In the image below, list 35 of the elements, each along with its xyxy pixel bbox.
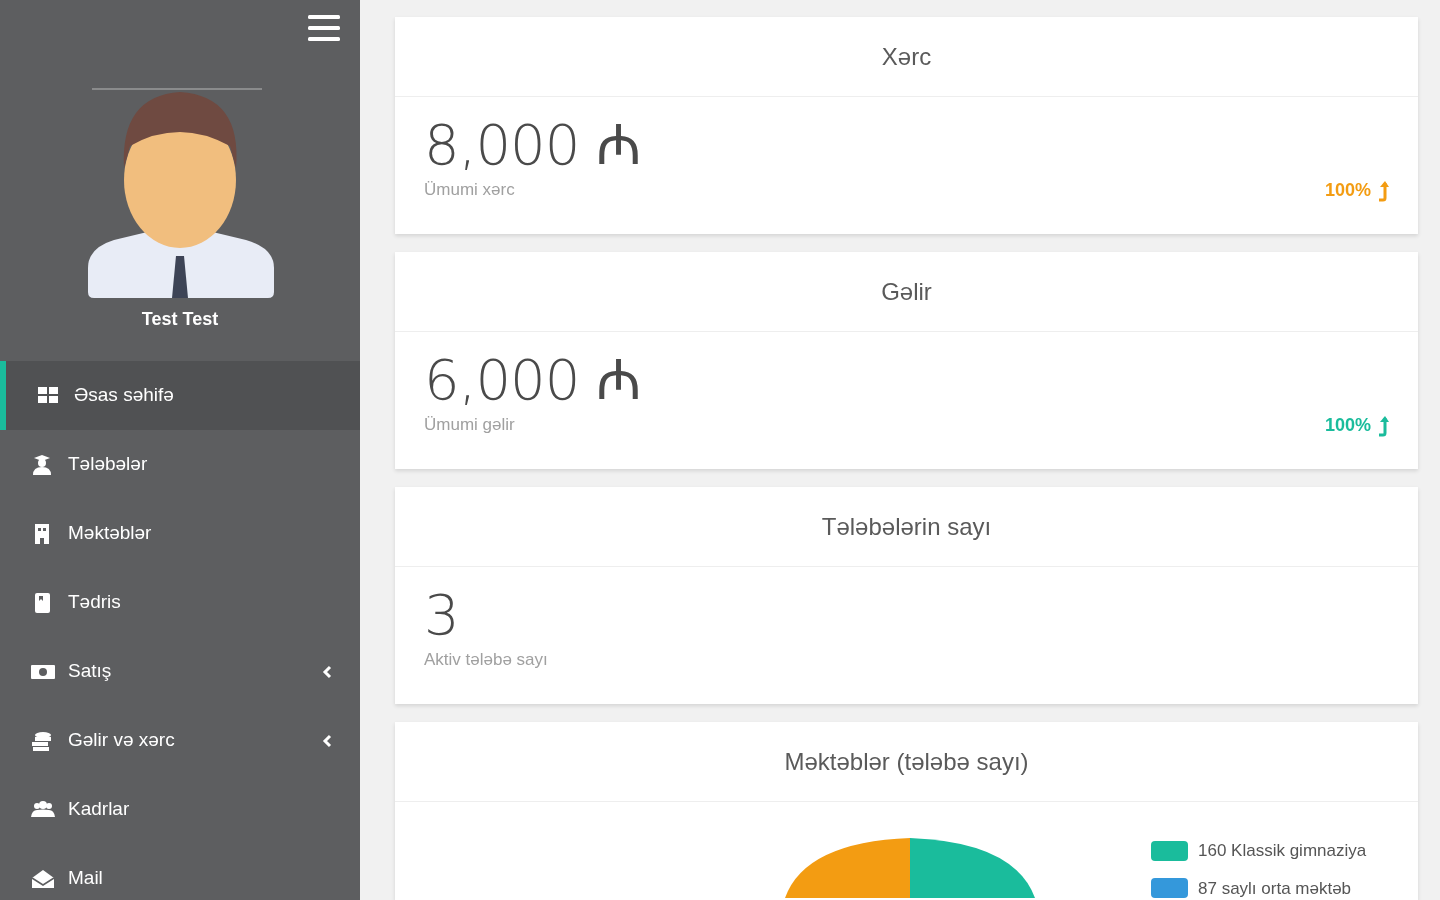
- nav-label: Kadrlar: [68, 797, 130, 822]
- card-title: Xərc: [881, 41, 932, 72]
- nav-item[interactable]: Gəlir və xərc: [0, 706, 360, 775]
- stat-value: 8,000 ₼: [424, 113, 642, 177]
- nav-label: Satış: [68, 659, 112, 684]
- nav-label: Tədris: [68, 590, 121, 615]
- nav-label: Mail: [68, 866, 103, 891]
- card-title: Məktəblər (tələbə sayı): [784, 746, 1029, 777]
- trend-percent: 100%: [1324, 179, 1371, 202]
- card-title: Gəlir: [881, 276, 932, 307]
- nav-item[interactable]: Tələbələr: [0, 430, 360, 499]
- menu-icon[interactable]: [308, 14, 340, 42]
- nav-item[interactable]: Satış: [0, 637, 360, 706]
- nav-label: Tələbələr: [68, 452, 148, 477]
- stat-caption: Ümumi xərc: [424, 179, 516, 201]
- trend-percent: 100%: [1324, 414, 1371, 437]
- nav-item[interactable]: Tədris: [0, 568, 360, 637]
- nav-item[interactable]: Mail: [0, 844, 360, 900]
- stat-caption: Aktiv tələbə sayı: [424, 649, 549, 671]
- nav-item[interactable]: Məktəblər: [0, 499, 360, 568]
- nav-label: Məktəblər: [68, 521, 152, 546]
- legend-label: 160 Klassik gimnaziya: [1198, 840, 1367, 862]
- user-name: Test Test: [141, 308, 219, 331]
- stat-value: 3: [424, 583, 460, 647]
- nav-label: Əsas səhifə: [74, 383, 174, 408]
- trend-up-icon: [1377, 179, 1389, 202]
- trend-up-icon: [1377, 414, 1389, 437]
- nav-label: Gəlir və xərc: [68, 728, 175, 753]
- nav-item[interactable]: Əsas səhifə: [0, 361, 360, 430]
- legend-label: 87 saylı orta məktəb: [1198, 877, 1352, 900]
- card-title: Tələbələrin sayı: [821, 511, 992, 542]
- stat-caption: Ümumi gəlir: [424, 414, 516, 436]
- active-indicator: [0, 361, 6, 430]
- stat-value: 6,000 ₼: [424, 348, 642, 412]
- nav-item[interactable]: Kadrlar: [0, 775, 360, 844]
